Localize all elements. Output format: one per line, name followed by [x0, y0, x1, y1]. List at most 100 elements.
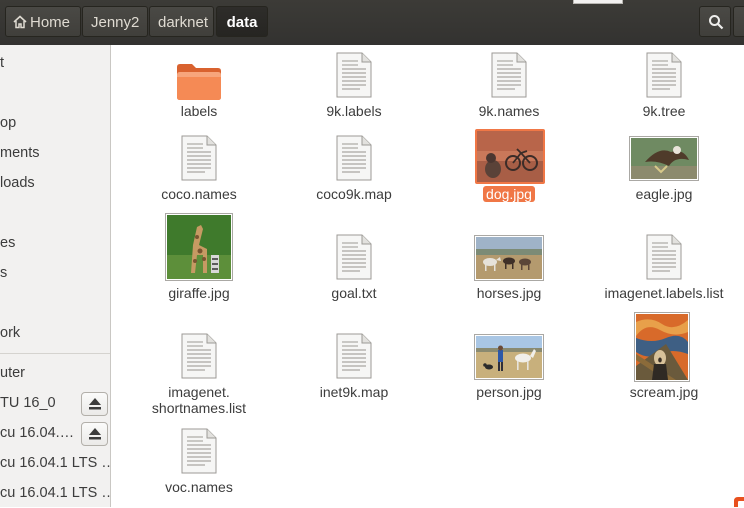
file-name: horses.jpg: [476, 285, 542, 301]
sidebar-item-drive-3[interactable]: cu 16.04.1 LTS …: [0, 448, 110, 478]
search-icon: [709, 15, 724, 30]
file-item-imagenet-shortnames-list[interactable]: imagenet. shortnames.list: [129, 332, 269, 422]
text-file-icon: [336, 234, 372, 280]
file-item-dog-jpg[interactable]: dog.jpg: [439, 129, 579, 204]
file-grid: labels 9k.labels 9k.names 9k.tree coco.n…: [111, 45, 744, 507]
file-item-labels[interactable]: labels: [129, 51, 269, 121]
text-file-icon: [336, 52, 372, 98]
file-name: imagenet.labels.list: [604, 285, 724, 301]
sidebar-label: es: [0, 235, 16, 251]
file-item-9k-names[interactable]: 9k.names: [439, 51, 579, 121]
sidebar-item-music[interactable]: [0, 198, 110, 228]
home-icon: [13, 15, 27, 29]
breadcrumb-jenny2-label: Jenny2: [91, 14, 140, 31]
sidebar-item-downloads[interactable]: loads: [0, 168, 110, 198]
file-item-giraffe-jpg[interactable]: giraffe.jpg: [129, 213, 269, 303]
file-item-coco-names[interactable]: coco.names: [129, 134, 269, 204]
eject-icon: [89, 398, 101, 410]
file-item-coco9k-map[interactable]: coco9k.map: [284, 134, 424, 204]
sidebar-label: cu 16.04.1 LTS …: [0, 485, 110, 501]
breadcrumb-darknet-label: darknet: [158, 14, 209, 31]
file-name: goal.txt: [331, 285, 377, 301]
file-name: voc.names: [165, 479, 233, 495]
file-name: eagle.jpg: [635, 186, 693, 202]
scream-thumbnail: [636, 314, 688, 380]
file-item-voc-names[interactable]: voc.names: [129, 427, 269, 497]
file-item-imagenet-labels-list[interactable]: imagenet.labels.list: [594, 233, 734, 303]
eagle-thumbnail: [631, 138, 697, 179]
watermark-corner-icon: [734, 497, 744, 507]
dog-thumbnail: [477, 131, 543, 182]
sidebar-label: cu 16.04.1 LTS …: [0, 455, 110, 471]
file-item-goal-txt[interactable]: goal.txt: [284, 233, 424, 303]
sidebar-label: op: [0, 115, 17, 131]
sidebar-label: TU 16_0: [0, 395, 56, 411]
sidebar-label: uter: [0, 365, 25, 381]
sidebar-item-network[interactable]: ork: [0, 318, 110, 348]
image-thumbnail-frame: [474, 334, 544, 380]
breadcrumb-home-label: Home: [30, 14, 71, 31]
file-name: 9k.labels: [326, 103, 382, 119]
view-menu-button[interactable]: [733, 6, 744, 37]
horses-thumbnail: [476, 237, 542, 279]
folder-icon: [177, 64, 221, 100]
file-name: 9k.names: [478, 103, 540, 119]
sidebar-item-documents[interactable]: ments: [0, 138, 110, 168]
file-name: imagenet. shortnames.list: [151, 384, 247, 416]
image-thumbnail-frame: [634, 312, 690, 382]
image-thumbnail-frame: [165, 213, 233, 281]
sidebar-item-pictures[interactable]: es: [0, 228, 110, 258]
text-file-icon: [491, 52, 527, 98]
sidebar-label: ork: [0, 325, 21, 341]
text-file-icon: [181, 333, 217, 379]
file-item-eagle-jpg[interactable]: eagle.jpg: [594, 134, 734, 204]
sidebar-item-computer[interactable]: uter: [0, 358, 110, 388]
person-thumbnail: [476, 336, 542, 378]
sidebar-item-recent[interactable]: t: [0, 48, 110, 78]
file-item-9k-tree[interactable]: 9k.tree: [594, 51, 734, 121]
sidebar-label: cu 16.04.…: [0, 425, 75, 441]
breadcrumb-data[interactable]: data: [216, 6, 268, 37]
file-name: scream.jpg: [629, 384, 699, 400]
sidebar-label: s: [0, 265, 8, 281]
file-name: giraffe.jpg: [168, 285, 230, 301]
breadcrumb-jenny2[interactable]: Jenny2: [82, 6, 148, 37]
file-name: labels: [180, 103, 218, 119]
file-name: coco.names: [161, 186, 237, 202]
file-item-scream-jpg[interactable]: scream.jpg: [594, 312, 734, 402]
text-file-icon: [646, 52, 682, 98]
file-item-inet9k-map[interactable]: inet9k.map: [284, 332, 424, 402]
file-name: dog.jpg: [483, 186, 535, 202]
file-name: 9k.tree: [642, 103, 686, 119]
file-item-person-jpg[interactable]: person.jpg: [439, 332, 579, 402]
path-bar: Home Jenny2 darknet data: [0, 0, 744, 46]
file-name: coco9k.map: [316, 186, 392, 202]
eject-icon: [89, 428, 101, 440]
sidebar-label: ments: [0, 145, 40, 161]
giraffe-thumbnail: [167, 215, 231, 279]
text-file-icon: [646, 234, 682, 280]
sidebar-item-home[interactable]: [0, 78, 110, 108]
file-item-horses-jpg[interactable]: horses.jpg: [439, 233, 579, 303]
eject-button[interactable]: [81, 392, 108, 416]
breadcrumb-darknet[interactable]: darknet: [149, 6, 214, 37]
text-file-icon: [336, 333, 372, 379]
sidebar-item-videos[interactable]: s: [0, 258, 110, 288]
breadcrumb-home[interactable]: Home: [5, 6, 81, 37]
sidebar: t op ments loads es s ork uter TU 16_0 c…: [0, 45, 111, 507]
text-file-icon: [336, 135, 372, 181]
sidebar-label: loads: [0, 175, 35, 191]
search-button[interactable]: [699, 6, 731, 37]
window-tab-edge: [573, 0, 623, 4]
sidebar-item-desktop[interactable]: op: [0, 108, 110, 138]
sidebar-item-trash[interactable]: [0, 288, 110, 318]
image-thumbnail-frame: [629, 136, 699, 181]
eject-button[interactable]: [81, 422, 108, 446]
image-thumbnail-frame: [474, 235, 544, 281]
file-name: person.jpg: [476, 384, 542, 400]
file-name: inet9k.map: [319, 384, 389, 400]
text-file-icon: [181, 428, 217, 474]
text-file-icon: [181, 135, 217, 181]
file-item-9k-labels[interactable]: 9k.labels: [284, 51, 424, 121]
sidebar-item-drive-4[interactable]: cu 16.04.1 LTS …: [0, 478, 110, 508]
